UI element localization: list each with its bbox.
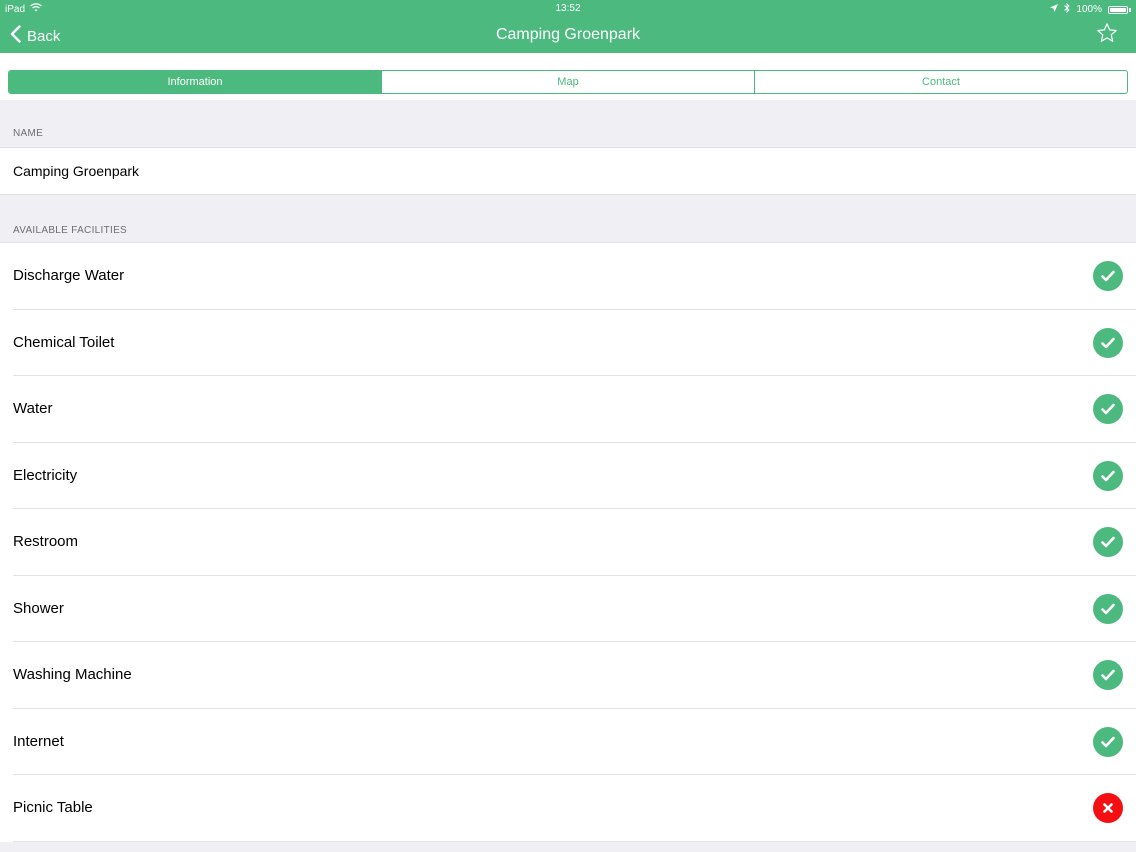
facility-row: Chemical Toilet [0,310,1136,376]
segment-bar: Information Map Contact [0,53,1136,100]
checkmark-icon [1093,660,1123,690]
status-time: 13:52 [555,3,581,14]
facility-row: Washing Machine [0,642,1136,709]
tab-contact[interactable]: Contact [754,71,1127,93]
battery-tip [1129,7,1131,12]
facilities-section-header: AVAILABLE FACILITIES [13,225,128,236]
tab-map[interactable]: Map [381,71,754,93]
star-icon [1096,23,1118,48]
facility-label: Washing Machine [13,666,132,683]
page-title: Camping Groenpark [495,26,641,43]
checkmark-icon [1093,527,1123,557]
favorite-button[interactable] [1096,22,1118,49]
facility-label: Restroom [13,533,79,550]
facility-label: Internet [13,732,64,750]
cross-icon [1093,793,1123,823]
facilities-list: Discharge Water Chemical Toilet Water Elect… [0,242,1136,842]
facility-label: Electricity [13,466,78,484]
top-bar: iPad 13:52 100% Back Camping Groenpark [0,0,1136,53]
checkmark-icon [1093,261,1123,291]
facility-row: Picnic Table [0,775,1136,842]
facility-label: Shower [13,599,64,617]
checkmark-icon [1093,460,1123,491]
checkmark-icon [1093,394,1123,424]
status-bar: iPad 13:52 100% [0,0,1136,17]
facility-row: Restroom [0,509,1136,576]
battery-percent: 100% [1076,4,1102,15]
checkmark-icon [1093,327,1123,358]
location-icon [1050,4,1059,15]
facility-row: Internet [0,709,1136,775]
row-divider [13,840,1136,842]
bluetooth-icon [1064,2,1071,16]
facility-row: Water [0,376,1136,443]
facility-row: Shower [0,576,1136,642]
name-value: Camping Groenpark [13,163,140,179]
battery-icon [1108,5,1128,14]
tab-information[interactable]: Information [9,71,381,93]
name-cell: Camping Groenpark [0,147,1136,195]
checkmark-icon [1093,726,1123,757]
facility-label: Discharge Water [13,267,125,284]
facility-label: Water [13,400,53,417]
facility-label: Chemical Toilet [13,333,115,351]
facility-row: Discharge Water [0,243,1136,310]
segmented-control: Information Map Contact [8,70,1128,94]
facility-label: Picnic Table [13,799,93,816]
facility-row: Electricity [0,443,1136,509]
checkmark-icon [1093,593,1123,624]
nav-bar: Back Camping Groenpark [0,17,1136,53]
name-section-header: NAME [13,128,44,139]
